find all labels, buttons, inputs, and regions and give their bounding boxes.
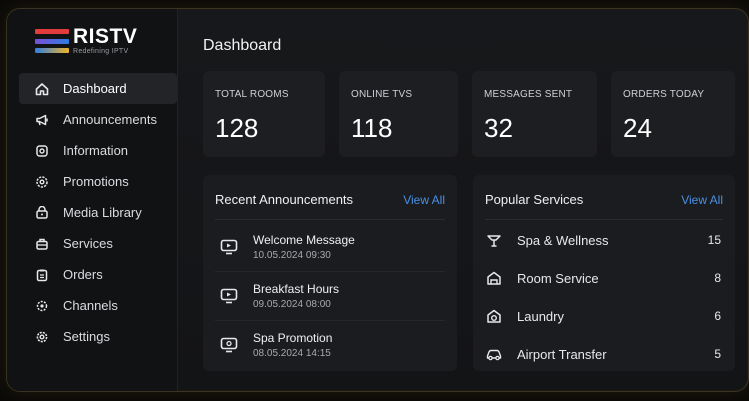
sidebar-item-label: Dashboard (63, 81, 127, 96)
sidebar-item-label: Media Library (63, 205, 142, 220)
screen-message-icon (219, 287, 239, 305)
announcement-title: Breakfast Hours (253, 282, 340, 296)
sidebar-item-dashboard[interactable]: Dashboard (19, 73, 177, 104)
sidebar-item-label: Orders (63, 267, 103, 282)
stat-label: MESSAGES SENT (484, 89, 573, 100)
home-icon (35, 82, 49, 96)
list-item[interactable]: Breakfast Hours 09.05.2024 08:00 (215, 272, 445, 321)
stat-card-online-tvs: ONLINE TVS 118 (339, 71, 458, 157)
media-icon (35, 205, 49, 220)
brand-tagline: Redefining IPTV (73, 48, 129, 55)
tag-icon (35, 175, 49, 189)
announcement-date: 10.05.2024 09:30 (253, 250, 331, 261)
stat-value: 32 (484, 113, 513, 143)
service-name: Room Service (517, 270, 599, 286)
sidebar-item-label: Information (63, 143, 129, 158)
sidebar-item-media-library[interactable]: Media Library (19, 197, 177, 228)
announcement-date: 08.05.2024 14:15 (253, 348, 331, 359)
sidebar-item-label: Promotions (63, 174, 129, 189)
sidebar-item-label: Channels (63, 298, 118, 313)
stat-value: 128 (215, 113, 259, 143)
view-all-announcements-link[interactable]: View All (403, 193, 445, 207)
stat-card-total-rooms: TOTAL ROOMS 128 (203, 71, 325, 157)
sidebar-nav: Dashboard Announcements Information Prom… (19, 73, 177, 352)
announcement-list: Welcome Message 10.05.2024 09:30 Breakfa… (215, 223, 445, 369)
announcement-title: Welcome Message (253, 233, 355, 247)
announcement-date: 09.05.2024 08:00 (253, 299, 331, 310)
list-item[interactable]: Welcome Message 10.05.2024 09:30 (215, 223, 445, 272)
stat-label: TOTAL ROOMS (215, 89, 289, 100)
app-window: RISTV Redefining IPTV Dashboard Announce… (6, 8, 749, 392)
list-item[interactable]: Airport Transfer 5 (485, 335, 723, 373)
list-item[interactable]: Spa Promotion 08.05.2024 14:15 (215, 321, 445, 369)
sidebar-item-orders[interactable]: Orders (19, 259, 177, 290)
list-item[interactable]: Laundry 6 (485, 297, 723, 335)
announcement-title: Spa Promotion (253, 331, 333, 345)
sidebar-item-services[interactable]: Services (19, 228, 177, 259)
sidebar-item-label: Services (63, 236, 113, 251)
stat-card-orders-today: ORDERS TODAY 24 (611, 71, 735, 157)
service-name: Laundry (517, 308, 564, 324)
recent-announcements-panel: Recent Announcements View All Welcome Me… (203, 175, 457, 371)
service-name: Airport Transfer (517, 346, 607, 362)
sidebar-item-label: Settings (63, 329, 110, 344)
list-item[interactable]: Spa & Wellness 15 (485, 221, 723, 259)
stats-row: TOTAL ROOMS 128 ONLINE TVS 118 MESSAGES … (203, 71, 738, 157)
services-icon (35, 237, 49, 251)
spa-icon (485, 231, 503, 249)
popular-services-panel: Popular Services View All Spa & Wellness… (473, 175, 735, 371)
service-name: Spa & Wellness (517, 232, 609, 248)
car-icon (485, 345, 503, 363)
panel-title: Recent Announcements (215, 192, 354, 207)
megaphone-icon (35, 113, 49, 127)
stat-value: 24 (623, 113, 652, 143)
stat-card-messages-sent: MESSAGES SENT 32 (472, 71, 597, 157)
sidebar-item-announcements[interactable]: Announcements (19, 104, 177, 135)
gear-icon (35, 330, 49, 344)
sidebar-item-information[interactable]: Information (19, 135, 177, 166)
sidebar-item-channels[interactable]: Channels (19, 290, 177, 321)
divider (485, 219, 723, 220)
stat-value: 118 (351, 113, 393, 143)
page-title: Dashboard (203, 37, 282, 54)
room-service-icon (485, 269, 503, 287)
services-list: Spa & Wellness 15 Room Service 8 Laundry… (485, 221, 723, 373)
sidebar-item-promotions[interactable]: Promotions (19, 166, 177, 197)
sidebar: RISTV Redefining IPTV Dashboard Announce… (7, 9, 178, 391)
service-count: 6 (714, 309, 721, 323)
channels-icon (35, 299, 49, 313)
stat-label: ONLINE TVS (351, 89, 413, 100)
sidebar-item-settings[interactable]: Settings (19, 321, 177, 352)
logo-mark (35, 29, 69, 53)
brand-name: RISTV (73, 25, 138, 48)
service-count: 5 (714, 347, 721, 361)
view-all-services-link[interactable]: View All (681, 193, 723, 207)
info-icon (35, 144, 49, 158)
service-count: 8 (714, 271, 721, 285)
laundry-icon (485, 307, 503, 325)
panel-title: Popular Services (485, 192, 584, 207)
screen-message-icon (219, 238, 239, 256)
list-item[interactable]: Room Service 8 (485, 259, 723, 297)
clipboard-icon (35, 268, 49, 282)
sidebar-item-label: Announcements (63, 112, 157, 127)
divider (215, 219, 445, 220)
screen-message-icon (219, 336, 239, 354)
stat-label: ORDERS TODAY (623, 89, 705, 100)
logo: RISTV Redefining IPTV (35, 25, 138, 55)
service-count: 15 (707, 233, 721, 247)
